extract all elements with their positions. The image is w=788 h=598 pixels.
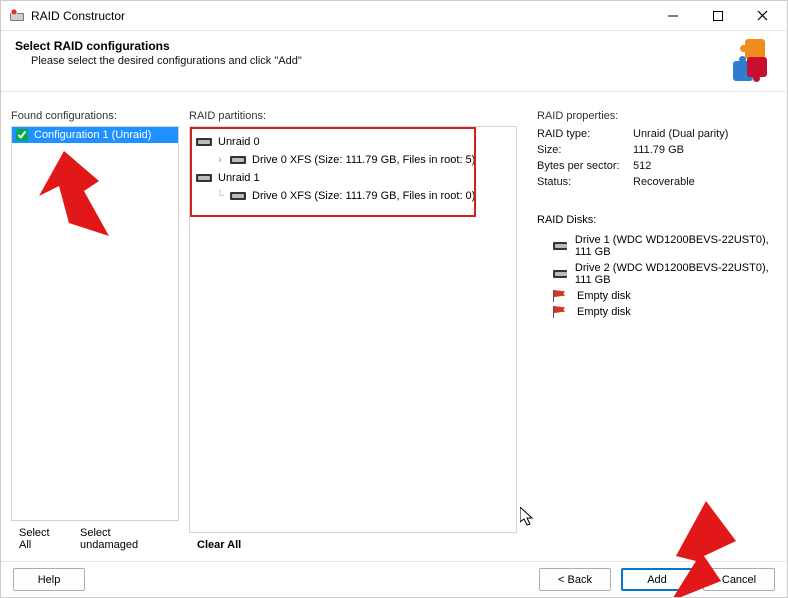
puzzle-icon (725, 39, 767, 81)
disk-text: Empty disk (577, 290, 631, 302)
prop-key: Status: (537, 176, 633, 188)
branch-line-icon: └ (214, 187, 226, 205)
prop-val: 111.79 GB (633, 144, 777, 156)
config-checkbox[interactable] (16, 129, 28, 141)
window: RAID Constructor Select RAID configurati… (0, 0, 788, 598)
properties-label: RAID properties: (537, 110, 777, 122)
disk-line: Empty disk (537, 304, 777, 320)
tree-node[interactable]: Unraid 0 (196, 133, 510, 151)
disk-line: Drive 2 (WDC WD1200BEVS-22UST0), 111 GB (537, 260, 777, 288)
prop-val: 512 (633, 160, 777, 172)
tree-label: Drive 0 XFS (Size: 111.79 GB, Files in r… (252, 187, 475, 205)
properties-table: RAID type: Unraid (Dual parity) Size: 11… (537, 128, 777, 192)
prop-key: Bytes per sector: (537, 160, 633, 172)
help-button[interactable]: Help (13, 568, 85, 591)
window-title: RAID Constructor (31, 9, 125, 23)
titlebar: RAID Constructor (1, 1, 787, 31)
disk-line: Drive 1 (WDC WD1200BEVS-22UST0), 111 GB (537, 232, 777, 260)
disk-line: Empty disk (537, 288, 777, 304)
prop-key: RAID type: (537, 128, 633, 140)
main-content: Found configurations: Configuration 1 (U… (1, 92, 787, 561)
prop-row: Status: Recoverable (537, 176, 777, 188)
prop-row: Size: 111.79 GB (537, 144, 777, 156)
prop-row: RAID type: Unraid (Dual parity) (537, 128, 777, 140)
wizard-footer: Help < Back Add Cancel (1, 561, 787, 597)
prop-row: Bytes per sector: 512 (537, 160, 777, 172)
disk-text: Drive 2 (WDC WD1200BEVS-22UST0), 111 GB (575, 262, 777, 286)
disk-icon (230, 156, 246, 164)
page-title: Select RAID configurations (15, 39, 725, 53)
empty-disk-icon (553, 307, 567, 317)
disks-list: Drive 1 (WDC WD1200BEVS-22UST0), 111 GB … (537, 232, 777, 320)
clear-all-button[interactable]: Clear All (197, 539, 241, 551)
select-undamaged-button[interactable]: Select undamaged (80, 527, 155, 551)
prop-key: Size: (537, 144, 633, 156)
tree-label: Drive 0 XFS (Size: 111.79 GB, Files in r… (252, 151, 475, 169)
disk-text: Drive 1 (WDC WD1200BEVS-22UST0), 111 GB (575, 234, 777, 258)
found-configs-column: Found configurations: Configuration 1 (U… (11, 110, 179, 557)
disk-icon (553, 242, 567, 250)
app-icon (9, 8, 25, 24)
expand-icon[interactable]: › (214, 151, 226, 169)
tree-node[interactable]: › Drive 0 XFS (Size: 111.79 GB, Files in… (196, 151, 510, 169)
disk-icon (553, 270, 567, 278)
prop-val: Recoverable (633, 176, 777, 188)
found-configs-label: Found configurations: (11, 110, 179, 122)
tree-node[interactable]: Unraid 1 (196, 169, 510, 187)
tree-label: Unraid 1 (218, 169, 260, 187)
prop-val: Unraid (Dual parity) (633, 128, 777, 140)
tree-node[interactable]: └ Drive 0 XFS (Size: 111.79 GB, Files in… (196, 187, 510, 205)
close-button[interactable] (740, 2, 785, 30)
found-configs-list[interactable]: Configuration 1 (Unraid) (11, 126, 179, 521)
empty-disk-icon (553, 291, 567, 301)
partition-actions: Clear All (189, 533, 517, 557)
page-subtitle: Please select the desired configurations… (31, 55, 725, 67)
properties-column: RAID properties: RAID type: Unraid (Dual… (527, 110, 777, 557)
select-all-button[interactable]: Select All (19, 527, 56, 551)
partitions-tree[interactable]: Unraid 0 › Drive 0 XFS (Size: 111.79 GB,… (189, 126, 517, 533)
found-actions: Select All Select undamaged (11, 521, 179, 557)
back-button[interactable]: < Back (539, 568, 611, 591)
disk-icon (196, 174, 212, 182)
disks-title: RAID Disks: (537, 214, 777, 226)
maximize-button[interactable] (695, 2, 740, 30)
cancel-button[interactable]: Cancel (703, 568, 775, 591)
config-row[interactable]: Configuration 1 (Unraid) (12, 127, 178, 143)
partitions-column: RAID partitions: Unraid 0 › Drive 0 XFS … (189, 110, 517, 557)
disk-icon (196, 138, 212, 146)
minimize-button[interactable] (650, 2, 695, 30)
config-label: Configuration 1 (Unraid) (34, 129, 151, 141)
wizard-header: Select RAID configurations Please select… (1, 31, 787, 92)
partitions-label: RAID partitions: (189, 110, 517, 122)
tree-label: Unraid 0 (218, 133, 260, 151)
disk-text: Empty disk (577, 306, 631, 318)
disk-icon (230, 192, 246, 200)
add-button[interactable]: Add (621, 568, 693, 591)
